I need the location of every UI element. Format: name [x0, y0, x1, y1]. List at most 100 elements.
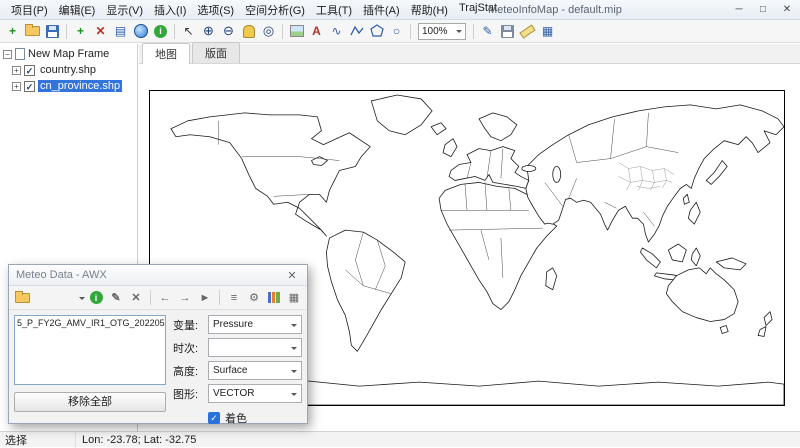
- polygon-glyph: [370, 24, 384, 38]
- globe-icon[interactable]: [131, 22, 150, 41]
- zoom-in-icon[interactable]: ⊕: [199, 22, 218, 41]
- animate-icon[interactable]: ►: [196, 289, 214, 307]
- list-icon[interactable]: ≡: [225, 289, 243, 307]
- measure-icon[interactable]: [518, 22, 537, 41]
- status-coordinates: Lon: -23.78; Lat: -32.75: [76, 434, 202, 446]
- chevron-down-icon: [291, 324, 297, 330]
- toolbar-separator: [410, 24, 411, 39]
- full-extent-icon[interactable]: ◎: [259, 22, 278, 41]
- close-icon[interactable]: ✕: [780, 4, 794, 15]
- image-icon[interactable]: [287, 22, 306, 41]
- settings-icon[interactable]: ⚙: [245, 289, 263, 307]
- chevron-down-icon[interactable]: [79, 297, 85, 303]
- window-controls: ─ □ ✕: [732, 4, 794, 15]
- tab-layout[interactable]: 版面: [192, 42, 240, 63]
- layer-node-country[interactable]: country.shp: [0, 62, 137, 78]
- menu-edit[interactable]: 编辑(E): [54, 0, 101, 20]
- layers-icon[interactable]: ▤: [111, 22, 130, 41]
- minimize-icon[interactable]: ─: [732, 4, 746, 15]
- picture-glyph: [290, 25, 304, 37]
- menu-view[interactable]: 显示(V): [101, 0, 148, 20]
- remove-all-button[interactable]: 移除全部: [14, 392, 166, 412]
- zoom-level-combo[interactable]: 100%: [418, 23, 466, 40]
- new-project-icon[interactable]: +: [3, 22, 22, 41]
- pen-edit-icon[interactable]: ✎: [478, 22, 497, 41]
- variable-select[interactable]: Pressure: [208, 315, 302, 334]
- info-glyph: i: [154, 25, 167, 38]
- colored-checkbox[interactable]: [208, 412, 220, 424]
- title-bar: 项目(P) 编辑(E) 显示(V) 插入(I) 选项(S) 空间分析(G) 工具…: [0, 0, 800, 20]
- data-info-icon[interactable]: i: [87, 289, 105, 307]
- menu-tools[interactable]: 工具(T): [311, 0, 357, 20]
- draw-curve-icon[interactable]: ∿: [327, 22, 346, 41]
- dialog-close-icon[interactable]: ✕: [284, 269, 300, 282]
- layer-checkbox[interactable]: [24, 65, 35, 76]
- open-project-icon[interactable]: [23, 22, 42, 41]
- zoom-level-value: 100%: [422, 26, 448, 37]
- graphics-value: VECTOR: [213, 388, 255, 399]
- save-project-icon[interactable]: [43, 22, 62, 41]
- draw-ellipse-icon[interactable]: ○: [387, 22, 406, 41]
- remove-layer-icon[interactable]: ✕: [91, 22, 110, 41]
- level-select[interactable]: Surface: [208, 361, 302, 380]
- menu-options[interactable]: 选项(S): [192, 0, 239, 20]
- disk-glyph: [46, 25, 59, 38]
- edit-icon[interactable]: ✎: [107, 289, 125, 307]
- menu-help[interactable]: 帮助(H): [406, 0, 453, 20]
- select-arrow-icon[interactable]: ↖: [179, 22, 198, 41]
- toolbar-separator: [150, 290, 151, 305]
- save-edits-icon[interactable]: [498, 22, 517, 41]
- field-time: 时次:: [173, 338, 302, 357]
- map-frame-node[interactable]: New Map Frame: [0, 46, 137, 62]
- dialog-body: 5_P_FY2G_AMV_IR1_OTG_20220520_0530.AWX 移…: [9, 310, 307, 426]
- info-icon[interactable]: i: [151, 22, 170, 41]
- disk-glyph: [501, 25, 514, 38]
- next-time-icon[interactable]: →: [176, 289, 194, 307]
- main-toolbar: + + ✕ ▤ i ↖ ⊕ ⊖ ◎ A ∿ ○ 100% ✎ ▦: [0, 20, 800, 43]
- layer-label[interactable]: country.shp: [38, 64, 98, 76]
- field-column: 变量: Pressure 时次: 高度: Surface: [173, 315, 302, 426]
- colored-label: 着色: [225, 410, 247, 426]
- globe-glyph: [134, 24, 148, 38]
- status-bar: 选择 Lon: -23.78; Lat: -32.75: [0, 431, 800, 447]
- previous-time-icon[interactable]: ←: [156, 289, 174, 307]
- field-level: 高度: Surface: [173, 361, 302, 380]
- menu-project[interactable]: 项目(P): [6, 0, 53, 20]
- polyline-glyph: [350, 24, 364, 38]
- info-glyph: i: [90, 291, 103, 304]
- data-grid-icon[interactable]: ▦: [285, 289, 303, 307]
- graphics-select[interactable]: VECTOR: [208, 384, 302, 403]
- collapse-icon[interactable]: [3, 50, 12, 59]
- toolbar-separator: [282, 24, 283, 39]
- menu-spatial-analysis[interactable]: 空间分析(G): [240, 0, 310, 20]
- layer-label[interactable]: cn_province.shp: [38, 80, 122, 92]
- tab-map[interactable]: 地图: [142, 43, 190, 64]
- maximize-icon[interactable]: □: [756, 4, 770, 15]
- open-data-icon[interactable]: [13, 289, 31, 307]
- dialog-title-bar[interactable]: Meteo Data - AWX ✕: [9, 265, 307, 286]
- zoom-out-icon[interactable]: ⊖: [219, 22, 238, 41]
- list-item[interactable]: 5_P_FY2G_AMV_IR1_OTG_20220520_0530.AWX: [17, 317, 163, 329]
- expand-icon[interactable]: [12, 82, 21, 91]
- add-layer-icon[interactable]: +: [71, 22, 90, 41]
- chart-icon[interactable]: [265, 289, 283, 307]
- level-value: Surface: [213, 365, 247, 376]
- expand-icon[interactable]: [12, 66, 21, 75]
- dialog-toolbar: i ✎ ✕ ← → ► ≡ ⚙ ▦: [9, 286, 307, 310]
- menu-plugins[interactable]: 插件(A): [358, 0, 405, 20]
- menu-insert[interactable]: 插入(I): [149, 0, 191, 20]
- toolbar-separator: [66, 24, 67, 39]
- time-select[interactable]: [208, 338, 302, 357]
- folder-glyph: [15, 293, 30, 303]
- layer-node-cn-province[interactable]: cn_province.shp: [0, 78, 137, 94]
- delete-icon[interactable]: ✕: [127, 289, 145, 307]
- draw-polyline-icon[interactable]: [347, 22, 366, 41]
- draw-polygon-icon[interactable]: [367, 22, 386, 41]
- field-graphics: 图形: VECTOR: [173, 384, 302, 403]
- menu-bar: 项目(P) 编辑(E) 显示(V) 插入(I) 选项(S) 空间分析(G) 工具…: [6, 0, 502, 20]
- data-file-list[interactable]: 5_P_FY2G_AMV_IR1_OTG_20220520_0530.AWX: [14, 315, 166, 385]
- text-label-icon[interactable]: A: [307, 22, 326, 41]
- grid-icon[interactable]: ▦: [538, 22, 557, 41]
- layer-checkbox[interactable]: [24, 81, 35, 92]
- pan-icon[interactable]: [239, 22, 258, 41]
